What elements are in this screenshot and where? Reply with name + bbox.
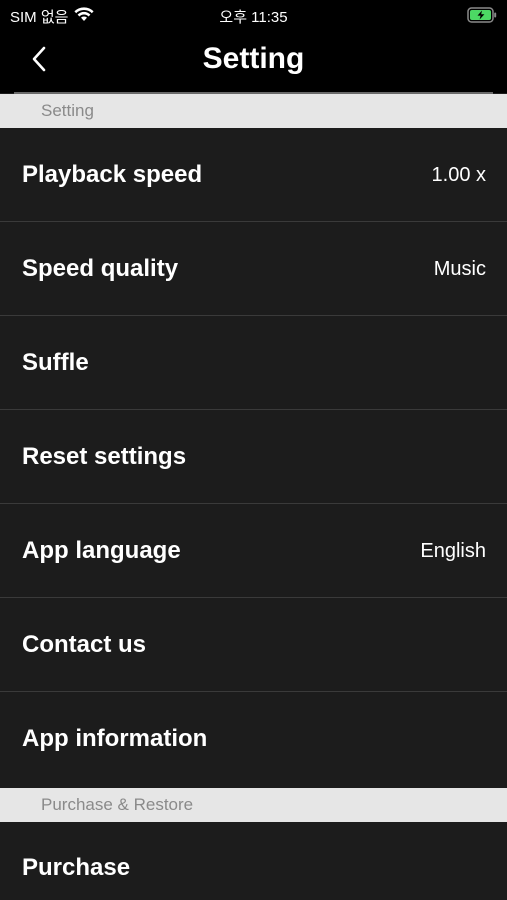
row-playback-speed[interactable]: Playback speed 1.00 x (0, 128, 507, 222)
row-reset-settings[interactable]: Reset settings (0, 410, 507, 504)
row-label: Reset settings (22, 443, 187, 470)
section-header-purchase: Purchase & Restore (0, 788, 507, 822)
status-right (467, 7, 497, 28)
row-value: 1.00 x (431, 164, 486, 186)
navigation-bar: Setting (0, 30, 507, 93)
row-label: App information (22, 725, 208, 752)
row-app-language[interactable]: App language English (0, 504, 507, 598)
row-label: Suffle (22, 349, 89, 376)
row-purchase[interactable]: Purchase (0, 822, 507, 900)
row-value: Music (433, 258, 486, 280)
status-bar: SIM 없음 오후 11:35 (0, 0, 507, 30)
page-title: Setting (202, 42, 305, 75)
row-speed-quality[interactable]: Speed quality Music (0, 222, 507, 316)
row-label: Purchase (22, 854, 131, 881)
status-time: 오후 11:35 (219, 9, 288, 26)
section-header-setting: Setting (0, 94, 507, 128)
row-app-information[interactable]: App information (0, 692, 507, 786)
row-contact-us[interactable]: Contact us (0, 598, 507, 692)
settings-screen: SIM 없음 오후 11:35 Setting Setting Playback… (0, 0, 507, 900)
row-label: Playback speed (22, 161, 203, 188)
battery-charging-icon (467, 7, 497, 28)
row-label: Contact us (22, 631, 147, 658)
row-label: App language (22, 537, 181, 564)
row-value: English (420, 540, 486, 562)
row-suffle[interactable]: Suffle (0, 316, 507, 410)
row-label: Speed quality (22, 255, 179, 282)
